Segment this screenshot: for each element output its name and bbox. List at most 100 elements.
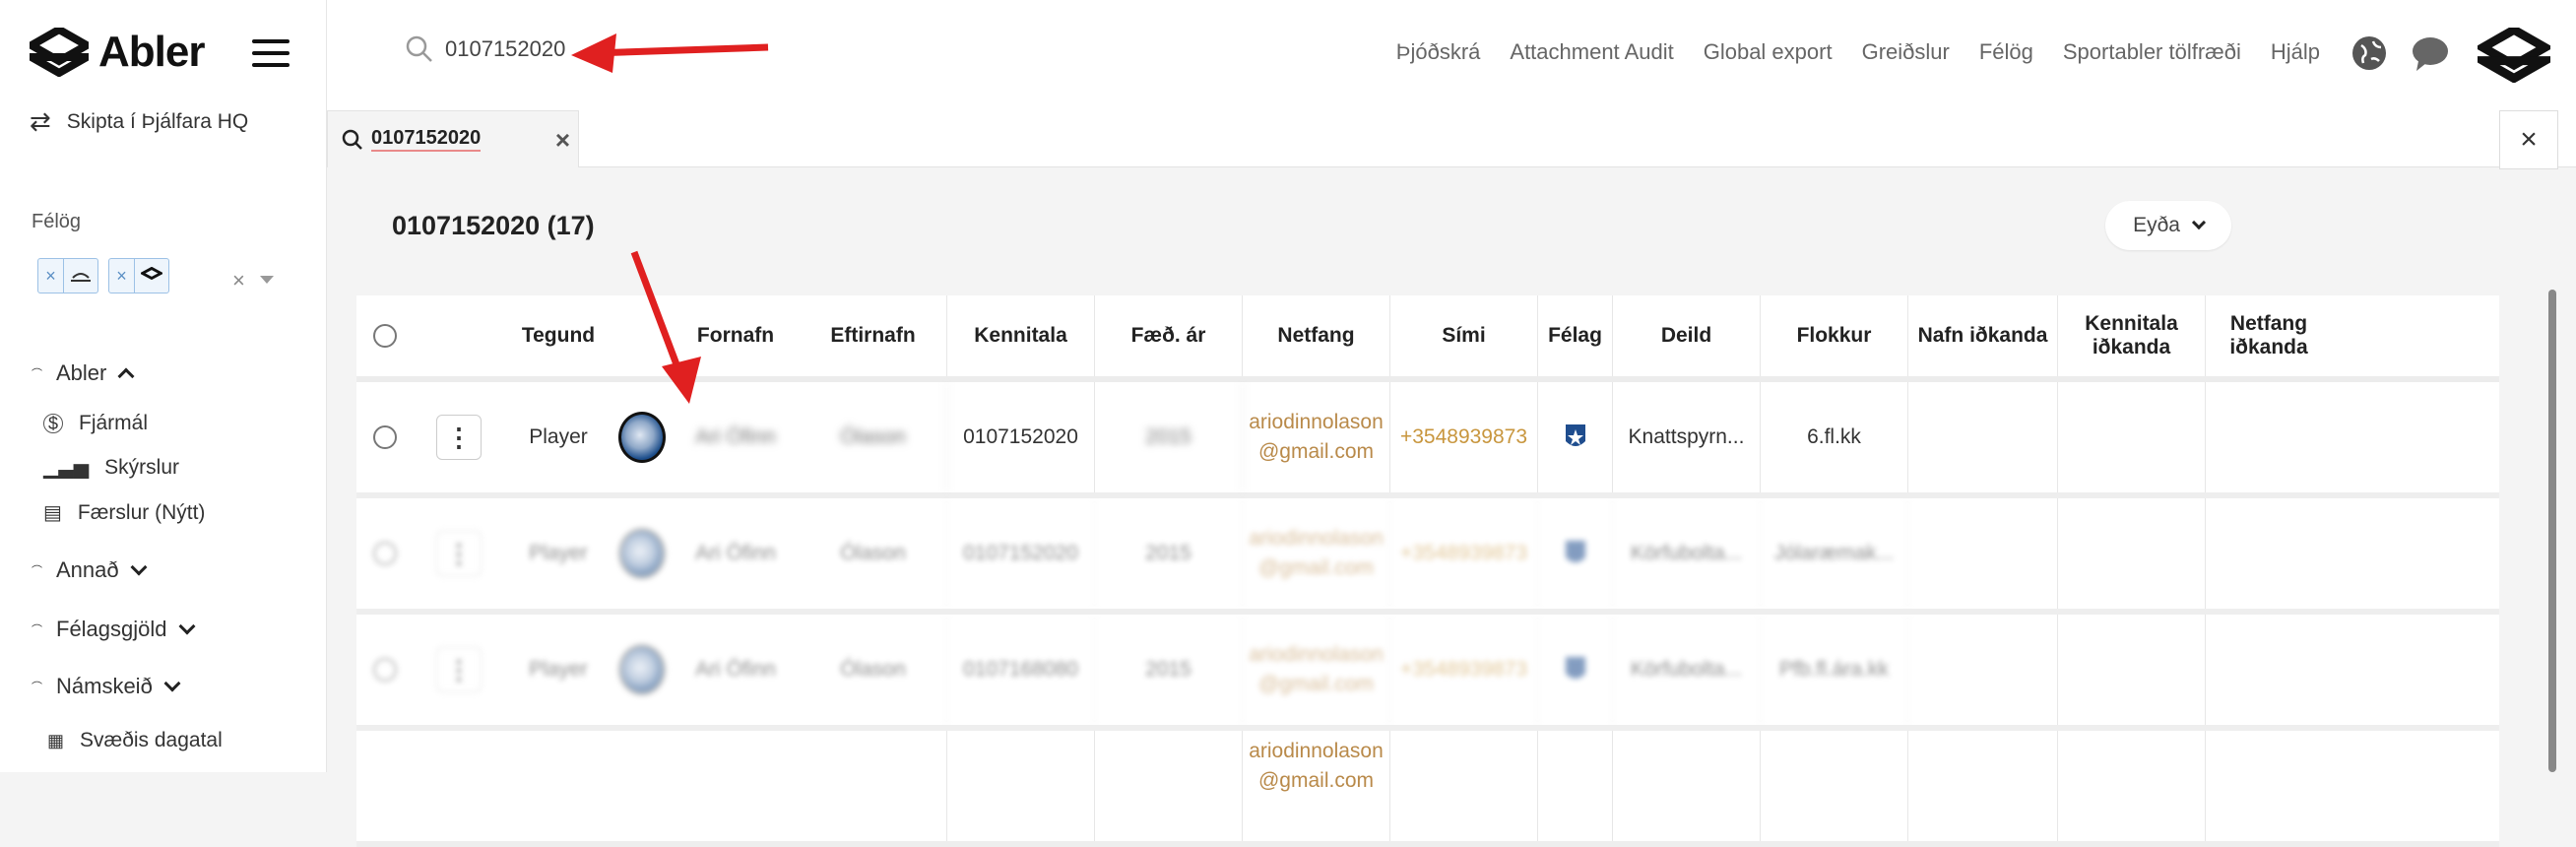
cell-netfang[interactable]: ariodinnolason@gmail.com bbox=[1243, 498, 1390, 609]
nav-group-annad[interactable]: ⌒ Annað bbox=[32, 557, 148, 583]
header-deild[interactable]: Deild bbox=[1613, 295, 1761, 376]
chevron-down-icon bbox=[163, 675, 181, 692]
cell-nafn-idkanda bbox=[1908, 498, 2058, 609]
header-faed-ar[interactable]: Fæð. ár bbox=[1095, 295, 1243, 376]
cell-netfang[interactable]: ariodinnolason@gmail.com bbox=[1243, 382, 1390, 492]
globe-icon[interactable] bbox=[2350, 33, 2389, 73]
header-felag[interactable]: Félag bbox=[1538, 295, 1613, 376]
chevron-down-icon[interactable] bbox=[260, 276, 274, 284]
club-tag[interactable]: × bbox=[37, 258, 98, 293]
select-all-radio[interactable] bbox=[373, 324, 397, 348]
tab-label: 0107152020 bbox=[371, 127, 482, 152]
nav-group-label: Abler bbox=[56, 360, 107, 385]
cell-simi[interactable]: +3548939873 bbox=[1390, 615, 1538, 725]
cell-kennitala-idkanda bbox=[2058, 615, 2206, 725]
more-options-button[interactable]: ⋮ bbox=[436, 647, 482, 692]
remove-tag-icon[interactable]: × bbox=[38, 259, 64, 293]
header-simi[interactable]: Sími bbox=[1390, 295, 1538, 376]
switch-workspace-link[interactable]: ⇄ Skipta í Þjálfara HQ bbox=[30, 106, 248, 137]
cell-netfang-idkanda bbox=[2206, 731, 2332, 841]
topnav-sportabler-tolfraedi[interactable]: Sportabler tölfræði bbox=[2063, 39, 2241, 65]
row-select-radio[interactable] bbox=[373, 425, 397, 449]
header-flokkur[interactable]: Flokkur bbox=[1761, 295, 1908, 376]
cell-tegund bbox=[504, 731, 612, 841]
cell-felag bbox=[1538, 615, 1613, 725]
global-search[interactable]: 0107152020 bbox=[406, 35, 565, 63]
search-input[interactable]: 0107152020 bbox=[445, 36, 565, 62]
clear-label: Eyða bbox=[2133, 214, 2180, 236]
chevron-up-icon bbox=[117, 367, 135, 385]
row-select-radio[interactable] bbox=[373, 542, 397, 565]
clubs-filter[interactable]: × × bbox=[37, 258, 169, 293]
table-row[interactable]: ⋮ Player Ari Öfinn Ólason 0107168080 201… bbox=[356, 615, 2499, 731]
cell-deild: Körfubolta... bbox=[1613, 615, 1761, 725]
remove-tag-icon[interactable]: × bbox=[109, 259, 135, 293]
sportabler-icon: ⌒ bbox=[32, 368, 42, 380]
nav-item-label: Svæðis dagatal bbox=[80, 729, 223, 751]
search-icon bbox=[406, 35, 432, 62]
table-row[interactable]: ⋮ Player Ari Öfinn Ólason 0107152020 201… bbox=[356, 498, 2499, 615]
table-row[interactable]: ⋮ Player Ari Öfinn Ólason 0107152020 201… bbox=[356, 382, 2499, 498]
cell-deild: Knattspyrn... bbox=[1613, 382, 1761, 492]
cell-simi[interactable]: +3548939873 bbox=[1390, 382, 1538, 492]
header-actions bbox=[414, 295, 504, 376]
cell-faed-ar: 2015 bbox=[1095, 498, 1243, 609]
cell-kennitala-idkanda bbox=[2058, 731, 2206, 841]
cell-eftirnafn bbox=[800, 731, 947, 841]
row-select-radio[interactable] bbox=[373, 658, 397, 682]
nav-item-fjarmal[interactable]: $ Fjármál bbox=[43, 412, 148, 435]
clear-tags-icon[interactable]: × bbox=[232, 268, 245, 293]
cell-flokkur bbox=[1761, 731, 1908, 841]
cell-avatar bbox=[612, 731, 672, 841]
nav-group-felagsgjold[interactable]: ⌒ Félagsgjöld bbox=[32, 617, 196, 642]
club-logo-icon bbox=[64, 268, 97, 284]
avatar[interactable] bbox=[618, 412, 666, 463]
topnav-thjodskra[interactable]: Þjóðskrá bbox=[1396, 39, 1481, 65]
cell-kennitala: 0107152020 bbox=[947, 382, 1095, 492]
cell-netfang[interactable]: ariodinnolason@gmail.com bbox=[1243, 615, 1390, 725]
avatar[interactable] bbox=[618, 528, 666, 579]
topnav-attachment-audit[interactable]: Attachment Audit bbox=[1510, 39, 1673, 65]
nav-group-namskeid[interactable]: ⌒ Námskeið bbox=[32, 674, 181, 699]
search-result-tab[interactable]: 0107152020 × bbox=[327, 110, 579, 167]
table-scrollbar[interactable] bbox=[2548, 290, 2556, 772]
brand-logo[interactable]: Abler bbox=[30, 28, 205, 77]
avatar[interactable] bbox=[618, 644, 666, 695]
nav-item-skyrslur[interactable]: ▁▃▅ Skýrslur bbox=[43, 455, 179, 480]
header-fornafn[interactable]: Fornafn bbox=[672, 295, 800, 376]
cell-avatar bbox=[612, 615, 672, 725]
header-netfang-idkanda[interactable]: Netfang iðkanda bbox=[2206, 295, 2332, 376]
cell-netfang-idkanda bbox=[2206, 615, 2332, 725]
close-panel-button[interactable]: × bbox=[2499, 110, 2558, 169]
cell-flokkur: 6.fl.kk bbox=[1761, 382, 1908, 492]
cell-netfang[interactable]: ariodinnolason@gmail.com bbox=[1243, 731, 1390, 841]
club-tag[interactable]: × bbox=[108, 258, 169, 293]
chat-icon[interactable] bbox=[2411, 33, 2450, 73]
topnav-greidslur[interactable]: Greiðslur bbox=[1862, 39, 1950, 65]
nav-item-label: Fjármál bbox=[79, 412, 149, 434]
header-tegund[interactable]: Tegund bbox=[504, 295, 612, 376]
menu-icon[interactable] bbox=[252, 39, 290, 67]
topnav-hjalp[interactable]: Hjálp bbox=[2271, 39, 2320, 65]
topnav-global-export[interactable]: Global export bbox=[1704, 39, 1833, 65]
cell-eftirnafn: Ólason bbox=[800, 498, 947, 609]
header-kennitala-idkanda[interactable]: Kennitala iðkanda bbox=[2058, 295, 2206, 376]
nav-item-faerslur[interactable]: ▤ Færslur (Nýtt) bbox=[43, 500, 205, 525]
more-options-button[interactable]: ⋮ bbox=[436, 415, 482, 460]
row-select-cell bbox=[356, 615, 414, 725]
cell-simi[interactable]: +3548939873 bbox=[1390, 498, 1538, 609]
chevron-down-icon bbox=[130, 558, 148, 576]
clear-results-button[interactable]: Eyða bbox=[2105, 201, 2231, 250]
topnav-felog[interactable]: Félög bbox=[1979, 39, 2033, 65]
header-eftirnafn[interactable]: Eftirnafn bbox=[800, 295, 947, 376]
abler-logo-icon[interactable] bbox=[2478, 28, 2550, 83]
header-netfang[interactable]: Netfang bbox=[1243, 295, 1390, 376]
header-nafn-idkanda[interactable]: Nafn iðkanda bbox=[1908, 295, 2058, 376]
table-row[interactable]: ariodinnolason@gmail.com bbox=[356, 731, 2499, 847]
nav-group-abler[interactable]: ⌒ Abler bbox=[32, 360, 135, 386]
nav-item-calendar[interactable]: ▦ Svæðis dagatal bbox=[47, 729, 223, 752]
header-kennitala[interactable]: Kennitala bbox=[947, 295, 1095, 376]
more-options-button[interactable]: ⋮ bbox=[436, 531, 482, 576]
close-tab-icon[interactable]: × bbox=[555, 125, 570, 156]
cell-netfang-idkanda bbox=[2206, 382, 2332, 492]
